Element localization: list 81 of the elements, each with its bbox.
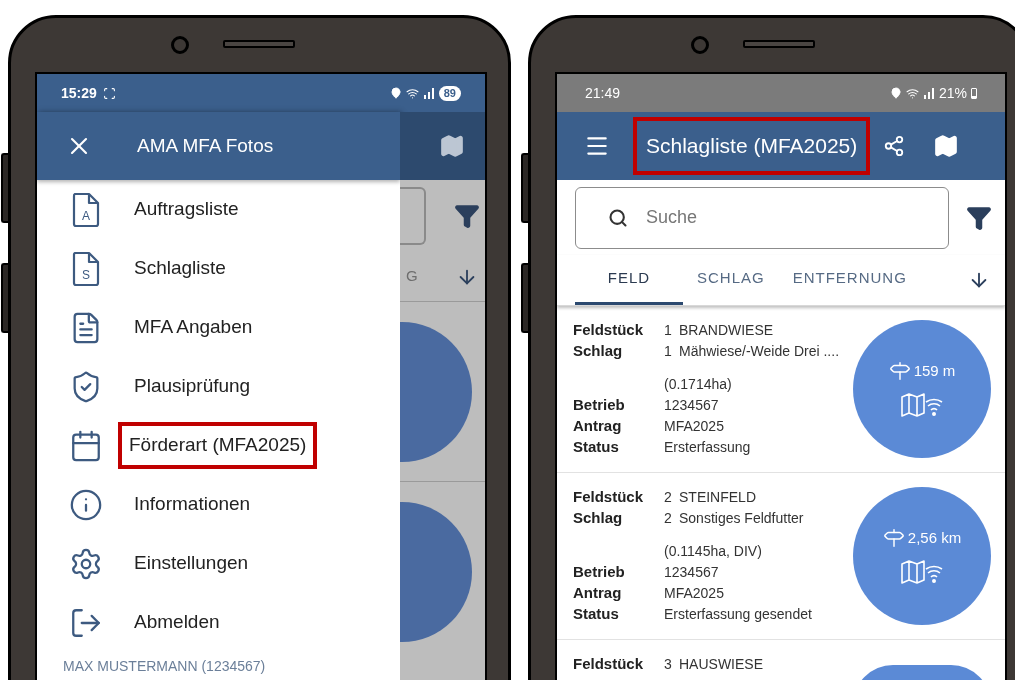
drawer-menu-item[interactable]: Förderart (MFA2025)	[37, 416, 400, 475]
signpost-icon	[888, 360, 911, 382]
field-note: (0.1714ha)	[664, 375, 733, 394]
screen-record-icon	[102, 86, 116, 100]
field-value: Sonstiges Feldfutter	[679, 509, 804, 528]
drawer-menu-item[interactable]: A Auftragsliste	[37, 180, 400, 239]
camera-icon	[171, 36, 189, 54]
drawer-menu-item[interactable]: Einstellungen	[37, 534, 400, 593]
field-value: Mähwiese/-Weide Drei ....	[679, 342, 839, 361]
wifi-icon	[905, 86, 919, 100]
sort-tab[interactable]: FELD	[575, 255, 683, 305]
search-field-fragment	[400, 187, 426, 245]
document-icon: S	[70, 250, 101, 287]
battery-level: 89	[438, 85, 461, 101]
drawer-menu-item[interactable]: Informationen	[37, 475, 400, 534]
field-value: MFA2025	[664, 584, 724, 603]
field-number: 2	[664, 488, 673, 507]
field-label: Antrag	[573, 416, 623, 437]
search-icon	[608, 207, 628, 228]
field-number: 1	[664, 321, 673, 340]
field-label: Feldstück	[573, 654, 645, 675]
field-value: Ersterfassung gesendet	[664, 605, 812, 624]
battery-level: 21%	[938, 83, 967, 103]
field-card[interactable]: Feldstück 2 STEINFELD Schlag 2 Sonstiges Feldfutter (0.1145ha, DIV) Betrieb 1234567 Antrag MFA2025 Status Ersterfassung gesendet 2,56 km	[557, 473, 1005, 640]
distance-text: 2,56 km	[907, 527, 962, 548]
drawer-menu-item[interactable]: Abmelden	[37, 593, 400, 652]
tab-fragment: G	[406, 266, 418, 287]
camera-icon	[691, 36, 709, 54]
field-number: 1	[664, 342, 673, 361]
field-value: BRANDWIESE	[679, 321, 774, 340]
map-wifi-icon	[900, 392, 944, 419]
status-time: 21:49	[585, 83, 621, 103]
field-label: Betrieb	[573, 395, 626, 416]
field-label: Feldstück	[573, 320, 645, 341]
field-value: STEINFELD	[679, 488, 756, 507]
field-label: Status	[573, 604, 620, 625]
search-input[interactable]: Suche	[646, 204, 896, 231]
drawer-menu-item[interactable]: Plausiprüfung	[37, 357, 400, 416]
drawer-menu-item[interactable]: S Schlagliste	[37, 239, 400, 298]
battery-icon	[971, 87, 977, 99]
signal-icon	[422, 87, 435, 99]
signpost-icon	[882, 527, 905, 549]
location-icon	[389, 87, 402, 99]
field-number: 2	[664, 509, 673, 528]
map-icon	[439, 133, 465, 159]
location-icon	[889, 87, 902, 99]
drawer-title: AMA MFA Fotos	[137, 133, 274, 158]
status-time: 15:29	[61, 83, 97, 103]
field-label: Betrieb	[573, 562, 626, 583]
share-icon	[883, 135, 906, 157]
map-wifi-icon	[900, 559, 944, 586]
speaker-grille	[743, 40, 815, 48]
distance-text: 159 m	[913, 360, 956, 381]
field-value: Ersterfassung	[664, 438, 751, 457]
user-name: MAX MUSTERMANN (1234567)	[63, 657, 267, 676]
filter-icon	[966, 204, 992, 231]
field-card[interactable]: Feldstück 3 HAUSWIESE	[557, 640, 1005, 680]
field-number: 3	[664, 655, 673, 674]
field-card[interactable]: Feldstück 1 BRANDWIESE Schlag 1 Mähwiese/-Weide Drei .... (0.1714ha) Betrieb 1234567 Antrag MFA2025 Status Ersterfassung 159 m	[557, 306, 1005, 473]
sort-tab[interactable]: ENTFERNUNG	[778, 255, 921, 305]
drawer-menu-item[interactable]: MFA Angaben	[37, 298, 400, 357]
field-label: Status	[573, 437, 620, 458]
field-value: 1234567	[664, 563, 719, 582]
field-label: Feldstück	[573, 487, 645, 508]
document-icon: A	[70, 191, 101, 228]
field-note: (0.1145ha, DIV)	[664, 542, 763, 561]
app-title: Schlagliste (MFA2025)	[633, 117, 871, 175]
field-label: Schlag	[573, 341, 624, 362]
map-icon	[933, 133, 960, 159]
info-icon	[68, 487, 103, 522]
field-label: Antrag	[573, 583, 623, 604]
field-value: HAUSWIESE	[679, 655, 763, 674]
sort-tab[interactable]: SCHLAG	[683, 255, 779, 305]
speaker-grille	[223, 40, 295, 48]
signal-icon	[922, 87, 935, 99]
wifi-icon	[405, 86, 419, 100]
field-label: Schlag	[573, 508, 624, 529]
filter-icon	[454, 203, 480, 229]
field-value: 1234567	[664, 396, 719, 415]
search-field[interactable]: Suche	[575, 186, 949, 249]
field-value: MFA2025	[664, 417, 724, 436]
